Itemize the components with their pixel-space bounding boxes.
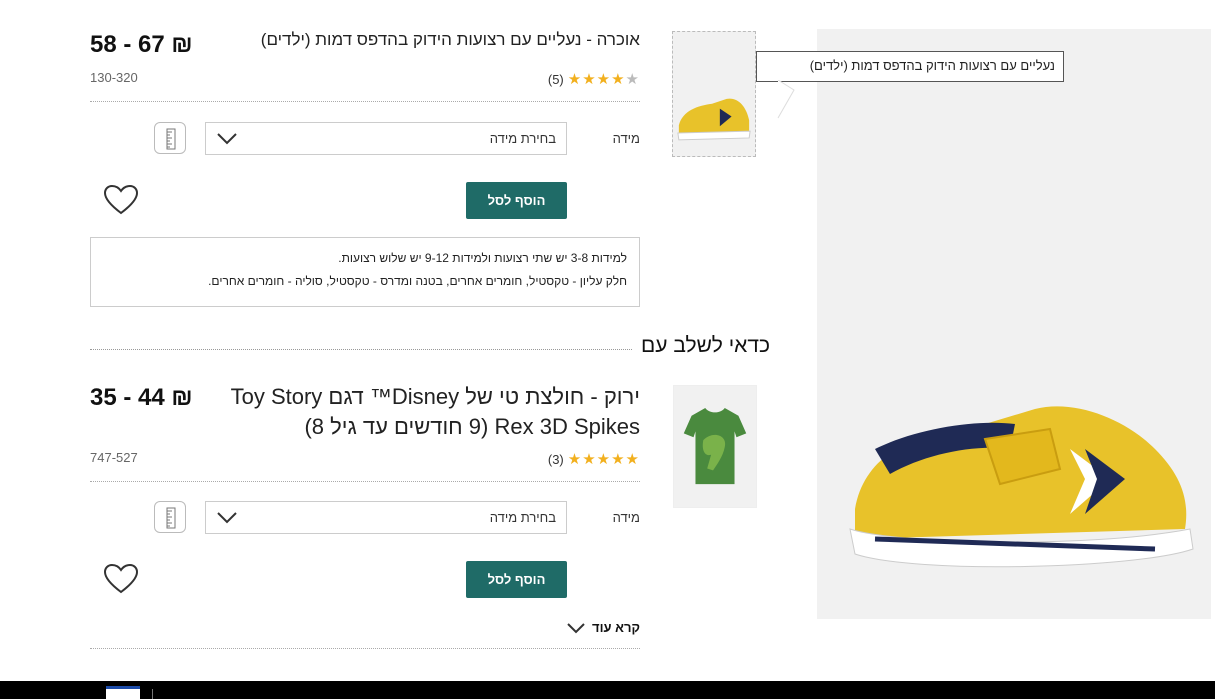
product1-thumbnail[interactable] [672,31,756,157]
read-more-link[interactable]: קרא עוד [566,620,640,635]
size-select-value: בחירת מידה [489,510,556,525]
chevron-down-icon [217,512,237,524]
size-select-value: בחירת מידה [489,131,556,146]
product2-size-select[interactable]: בחירת מידה [205,501,567,534]
chevron-down-icon [217,133,237,145]
product2-sku: 747-527 [90,450,138,465]
product1-rating[interactable]: (5) ★★★★★ [548,70,640,88]
footer-separator [152,689,153,699]
product2-title[interactable]: ירוק - חולצת טי של Disney™ דגם Toy Story… [220,382,640,442]
divider [90,481,640,482]
section-title: כדאי לשלב עם [633,334,770,358]
star-rating-icon: ★★★★★ [567,451,640,468]
product1-sku: 130-320 [90,70,138,85]
size-label: מידה [612,131,640,146]
tshirt-thumbnail-image [683,407,747,485]
shoe-thumbnail-image [677,98,751,141]
divider [90,648,640,649]
product1-title[interactable]: אוכרה - נעליים עם רצועות הידוק בהדפס דמו… [261,30,640,50]
hero-product-image [817,29,1211,619]
divider [90,101,640,102]
product1-info-box: למידות 3-8 יש שתי רצועות ולמידות 9-12 יש… [90,237,640,307]
read-more-label: קרא עוד [592,620,640,635]
info-line: חלק עליון - טקסטיל, חומרים אחרים, בטנה ו… [208,274,627,288]
product2-thumbnail[interactable] [673,385,757,508]
heart-icon[interactable] [103,184,139,216]
star-rating-icon: ★★★★★ [567,71,640,88]
size-guide-button[interactable] [154,501,186,533]
chevron-down-icon [567,622,585,633]
image-tooltip: נעליים עם רצועות הידוק בהדפס דמות (ילדים… [756,51,1064,82]
heart-icon[interactable] [103,563,139,595]
rating-count: (3) [547,451,564,467]
size-guide-icon [166,128,176,150]
footer-bar [0,681,1215,699]
info-line: למידות 3-8 יש שתי רצועות ולמידות 9-12 יש… [338,251,627,265]
tooltip-tail [777,80,795,119]
size-guide-icon [166,507,176,529]
product1-price: 58 - 67 ₪ [90,31,193,58]
rating-count: (5) [547,71,564,87]
shoe-image [849,406,1194,568]
size-guide-button[interactable] [154,122,186,154]
section-rule [90,349,646,350]
product2-rating[interactable]: (3) ★★★★★ [548,450,640,468]
size-label: מידה [612,510,640,525]
product1-size-select[interactable]: בחירת מידה [205,122,567,155]
product2-add-to-bag-button[interactable]: הוסף לסל [466,561,567,598]
israel-flag-icon[interactable] [106,686,140,699]
product1-add-to-bag-button[interactable]: הוסף לסל [466,182,567,219]
product2-price: 35 - 44 ₪ [90,384,193,411]
